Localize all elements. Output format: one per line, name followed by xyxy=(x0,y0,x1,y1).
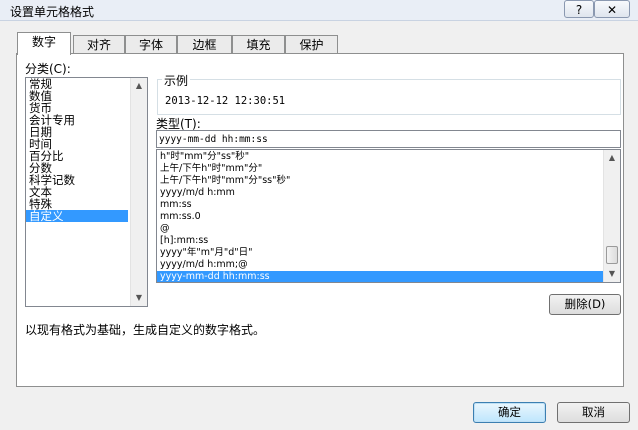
tab-number[interactable]: 数字 xyxy=(17,32,71,55)
delete-button[interactable]: 删除(D) xyxy=(549,294,621,315)
category-label: 分类(C): xyxy=(25,62,71,76)
format-item[interactable]: yyyy/m/d h:mm xyxy=(157,187,620,199)
tab-font[interactable]: 字体 xyxy=(125,35,177,54)
format-item[interactable]: yyyy/m/d h:mm;@ xyxy=(157,259,620,271)
format-item[interactable]: mm:ss xyxy=(157,199,620,211)
format-item-selected[interactable]: yyyy-mm-dd hh:mm:ss xyxy=(157,271,604,282)
scroll-down-arrow-icon[interactable]: ▼ xyxy=(131,290,147,306)
sample-value: 2013-12-12 12:30:51 xyxy=(165,95,286,107)
title-bar: 设置单元格格式 ? ✕ xyxy=(0,0,638,21)
tab-border[interactable]: 边框 xyxy=(177,35,232,54)
category-scrollbar[interactable]: ▲ ▼ xyxy=(130,78,147,306)
scroll-thumb[interactable] xyxy=(606,246,618,264)
category-list[interactable]: 常规 数值 货币 会计专用 日期 时间 百分比 分数 科学记数 文本 特殊 自定… xyxy=(25,77,148,307)
type-input-box xyxy=(156,130,621,148)
format-item[interactable]: @ xyxy=(157,223,620,235)
scroll-down-arrow-icon[interactable]: ▼ xyxy=(604,266,620,282)
description-text: 以现有格式为基础，生成自定义的数字格式。 xyxy=(25,323,266,337)
format-scrollbar[interactable]: ▲ ▼ xyxy=(603,150,620,282)
tab-protection[interactable]: 保护 xyxy=(285,35,338,54)
cancel-button[interactable]: 取消 xyxy=(557,402,630,423)
format-item[interactable]: mm:ss.0 xyxy=(157,211,620,223)
format-item[interactable]: 上午/下午h"时"mm"分" xyxy=(157,163,620,175)
help-button[interactable]: ? xyxy=(564,0,594,18)
close-button[interactable]: ✕ xyxy=(594,0,630,18)
scroll-up-arrow-icon[interactable]: ▲ xyxy=(604,150,620,166)
format-item[interactable]: h"时"mm"分"ss"秒" xyxy=(157,151,620,163)
sample-label: 示例 xyxy=(162,72,191,89)
tab-alignment[interactable]: 对齐 xyxy=(73,35,125,54)
sample-group: 示例 2013-12-12 12:30:51 xyxy=(157,72,621,115)
category-item-custom[interactable]: 自定义 xyxy=(26,210,128,222)
scroll-up-arrow-icon[interactable]: ▲ xyxy=(131,78,147,94)
format-item[interactable]: yyyy"年"m"月"d"日" xyxy=(157,247,620,259)
dialog-title: 设置单元格格式 xyxy=(10,5,95,19)
type-input[interactable] xyxy=(157,131,620,147)
ok-button[interactable]: 确定 xyxy=(473,402,546,423)
tab-fill[interactable]: 填充 xyxy=(232,35,285,54)
format-item[interactable]: [h]:mm:ss xyxy=(157,235,620,247)
format-item[interactable]: 上午/下午h"时"mm"分"ss"秒" xyxy=(157,175,620,187)
format-list[interactable]: h"时"mm"分"ss"秒" 上午/下午h"时"mm"分" 上午/下午h"时"m… xyxy=(156,149,621,283)
